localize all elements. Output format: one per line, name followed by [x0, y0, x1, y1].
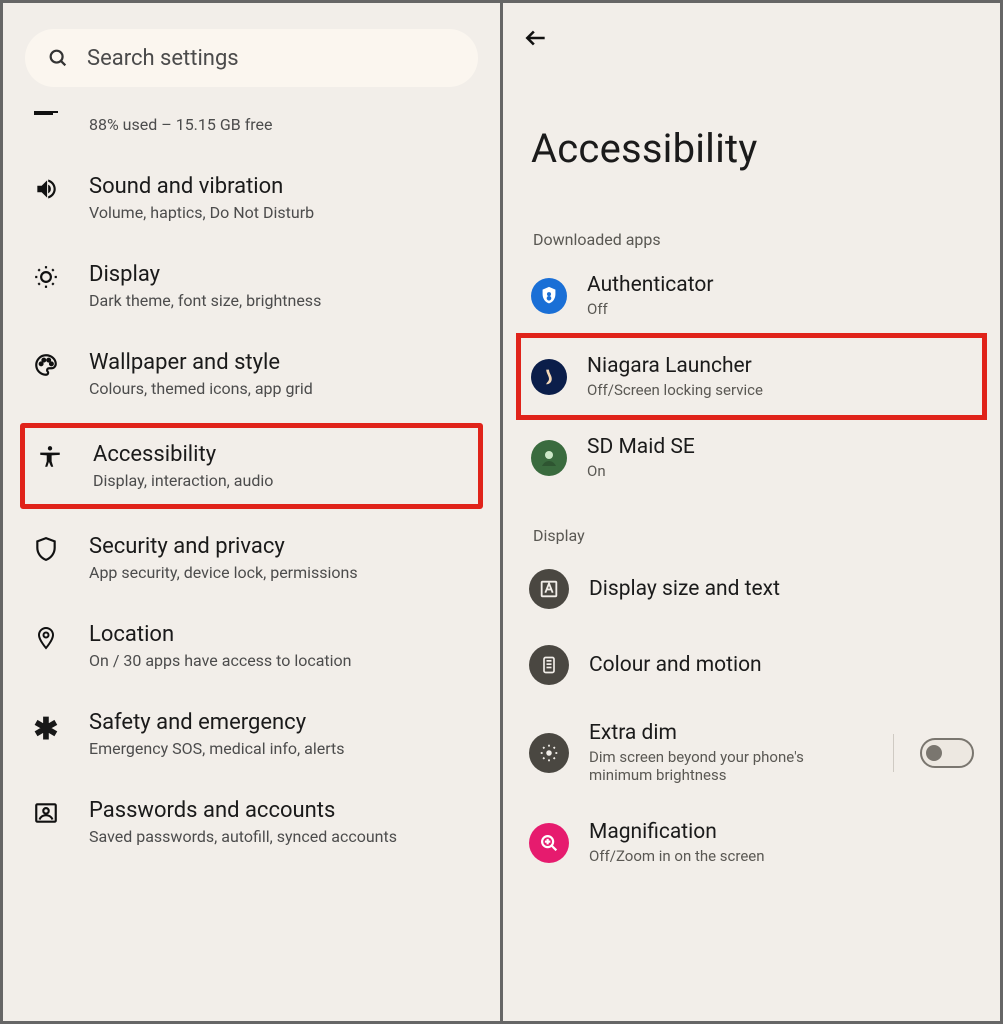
settings-title: Location — [89, 622, 352, 647]
display-item-colour-motion[interactable]: Colour and motion — [503, 627, 1000, 703]
settings-item-accessibility[interactable]: Accessibility Display, interaction, audi… — [21, 424, 482, 508]
section-downloaded-apps: Downloaded apps — [503, 220, 1000, 255]
app-title: Authenticator — [587, 273, 713, 297]
account-box-icon — [25, 800, 67, 826]
shield-icon — [25, 536, 67, 562]
accessibility-icon — [29, 444, 71, 470]
settings-sub: App security, device lock, permissions — [89, 563, 358, 582]
divider — [893, 734, 894, 772]
settings-sub: Display, interaction, audio — [93, 471, 273, 490]
accessibility-screen: Accessibility Downloaded apps Authentica… — [503, 3, 1000, 1021]
authenticator-icon — [531, 278, 567, 314]
display-sub: Off/Zoom in on the screen — [589, 847, 869, 865]
settings-title: Wallpaper and style — [89, 350, 313, 375]
storage-icon — [25, 111, 67, 115]
app-sub: Off — [587, 300, 713, 318]
settings-sub: On / 30 apps have access to location — [89, 651, 352, 670]
settings-title: Passwords and accounts — [89, 798, 397, 823]
section-display: Display — [503, 516, 1000, 551]
app-sub: Off/Screen locking service — [587, 381, 763, 399]
magnification-icon — [529, 823, 569, 863]
settings-sub: Volume, haptics, Do Not Disturb — [89, 203, 314, 222]
display-icon — [25, 264, 67, 290]
back-icon[interactable] — [523, 25, 980, 51]
app-item-niagara[interactable]: Niagara Launcher Off/Screen locking serv… — [519, 336, 984, 417]
extra-dim-toggle[interactable] — [920, 738, 974, 768]
text-size-icon — [529, 569, 569, 609]
settings-item-security[interactable]: Security and privacy App security, devic… — [3, 514, 500, 602]
settings-item-wallpaper[interactable]: Wallpaper and style Colours, themed icon… — [3, 330, 500, 418]
display-title: Colour and motion — [589, 653, 974, 677]
settings-item-display[interactable]: Display Dark theme, font size, brightnes… — [3, 242, 500, 330]
settings-item-safety[interactable]: ✱ Safety and emergency Emergency SOS, me… — [3, 690, 500, 778]
settings-sub: Dark theme, font size, brightness — [89, 291, 321, 310]
settings-title: Security and privacy — [89, 534, 358, 559]
settings-title: Safety and emergency — [89, 710, 345, 735]
settings-sub: Saved passwords, autofill, synced accoun… — [89, 827, 397, 846]
app-title: SD Maid SE — [587, 435, 695, 459]
search-bar[interactable]: Search settings — [25, 29, 478, 87]
settings-item-storage[interactable]: 88% used – 15.15 GB free — [3, 105, 500, 154]
settings-title: Display — [89, 262, 321, 287]
location-icon — [25, 624, 67, 652]
display-title: Extra dim — [589, 721, 865, 745]
settings-title: Accessibility — [93, 442, 273, 467]
search-icon — [47, 47, 69, 69]
settings-item-sound[interactable]: Sound and vibration Volume, haptics, Do … — [3, 154, 500, 242]
colour-icon — [529, 645, 569, 685]
palette-icon — [25, 352, 67, 378]
app-item-sdmaid[interactable]: SD Maid SE On — [503, 417, 1000, 498]
niagara-icon — [531, 359, 567, 395]
display-title: Magnification — [589, 820, 974, 844]
page-title: Accessibility — [503, 61, 1000, 220]
dim-icon — [529, 733, 569, 773]
app-sub: On — [587, 462, 695, 480]
display-item-size-text[interactable]: Display size and text — [503, 551, 1000, 627]
asterisk-icon: ✱ — [25, 712, 67, 747]
sound-icon — [25, 176, 67, 202]
app-item-authenticator[interactable]: Authenticator Off — [503, 255, 1000, 336]
display-item-extra-dim[interactable]: Extra dim Dim screen beyond your phone's… — [503, 703, 1000, 802]
search-placeholder: Search settings — [87, 46, 239, 71]
sdmaid-icon — [531, 440, 567, 476]
settings-item-location[interactable]: Location On / 30 apps have access to loc… — [3, 602, 500, 690]
toggle-knob — [926, 745, 942, 761]
storage-sub: 88% used – 15.15 GB free — [89, 115, 273, 134]
settings-sub: Colours, themed icons, app grid — [89, 379, 313, 398]
settings-sub: Emergency SOS, medical info, alerts — [89, 739, 345, 758]
settings-item-passwords[interactable]: Passwords and accounts Saved passwords, … — [3, 778, 500, 866]
settings-title: Sound and vibration — [89, 174, 314, 199]
settings-screen: Search settings 88% used – 15.15 GB free… — [3, 3, 500, 1021]
display-item-magnification[interactable]: Magnification Off/Zoom in on the screen — [503, 802, 1000, 883]
app-title: Niagara Launcher — [587, 354, 763, 378]
display-sub: Dim screen beyond your phone's minimum b… — [589, 748, 865, 784]
display-title: Display size and text — [589, 577, 974, 601]
